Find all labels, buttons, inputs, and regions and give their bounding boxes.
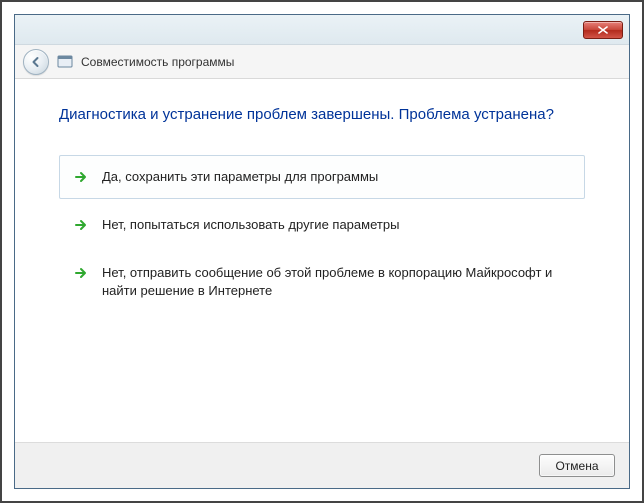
arrow-right-icon — [74, 218, 88, 232]
option-label: Нет, отправить сообщение об этой проблем… — [102, 264, 570, 300]
back-arrow-icon — [29, 55, 43, 69]
close-button[interactable] — [583, 21, 623, 39]
option-no-try-other[interactable]: Нет, попытаться использовать другие пара… — [59, 203, 585, 247]
option-label: Нет, попытаться использовать другие пара… — [102, 216, 399, 234]
arrow-right-icon — [74, 170, 88, 184]
arrow-right-icon — [74, 266, 88, 280]
option-no-report-microsoft[interactable]: Нет, отправить сообщение об этой проблем… — [59, 251, 585, 313]
content-area: Диагностика и устранение проблем заверше… — [15, 79, 629, 442]
titlebar — [15, 15, 629, 45]
back-button[interactable] — [23, 49, 49, 75]
wizard-window: Совместимость программы Диагностика и ус… — [14, 14, 630, 489]
window-title: Совместимость программы — [81, 55, 234, 69]
close-icon — [598, 26, 608, 34]
footer-bar: Отмена — [15, 442, 629, 488]
cancel-button[interactable]: Отмена — [539, 454, 615, 477]
app-icon — [57, 54, 73, 70]
page-heading: Диагностика и устранение проблем заверше… — [59, 105, 585, 125]
option-yes-save[interactable]: Да, сохранить эти параметры для программ… — [59, 155, 585, 199]
header-bar: Совместимость программы — [15, 45, 629, 79]
option-label: Да, сохранить эти параметры для программ… — [102, 168, 378, 186]
